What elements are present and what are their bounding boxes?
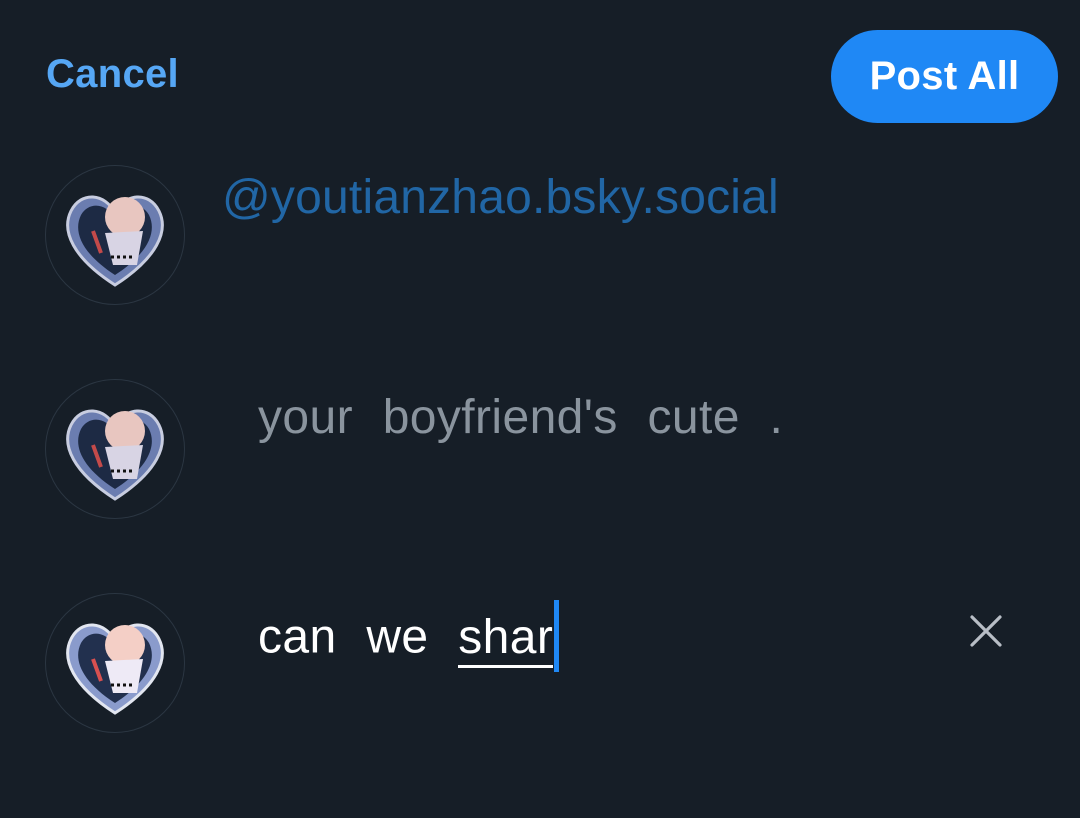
thread-composer: Cancel Post All @youtianzhao.bsky.social…	[0, 0, 1080, 818]
post-handle[interactable]: @youtianzhao.bsky.social	[222, 170, 779, 225]
avatar[interactable]	[45, 593, 185, 733]
heart-avatar-icon	[66, 195, 164, 287]
composing-text: shar	[458, 612, 554, 669]
text-cursor	[554, 600, 560, 672]
avatar[interactable]	[45, 379, 185, 519]
post-text-input[interactable]: can we shar	[258, 600, 560, 676]
committed-text: can we	[258, 610, 459, 664]
cancel-button[interactable]: Cancel	[46, 52, 179, 97]
close-icon[interactable]	[968, 613, 1004, 649]
heart-avatar-icon	[66, 623, 164, 715]
post-text-field[interactable]: your boyfriend's cute .	[258, 390, 783, 445]
post-all-button[interactable]: Post All	[831, 30, 1058, 123]
heart-avatar-icon	[66, 409, 164, 501]
avatar[interactable]	[45, 165, 185, 305]
